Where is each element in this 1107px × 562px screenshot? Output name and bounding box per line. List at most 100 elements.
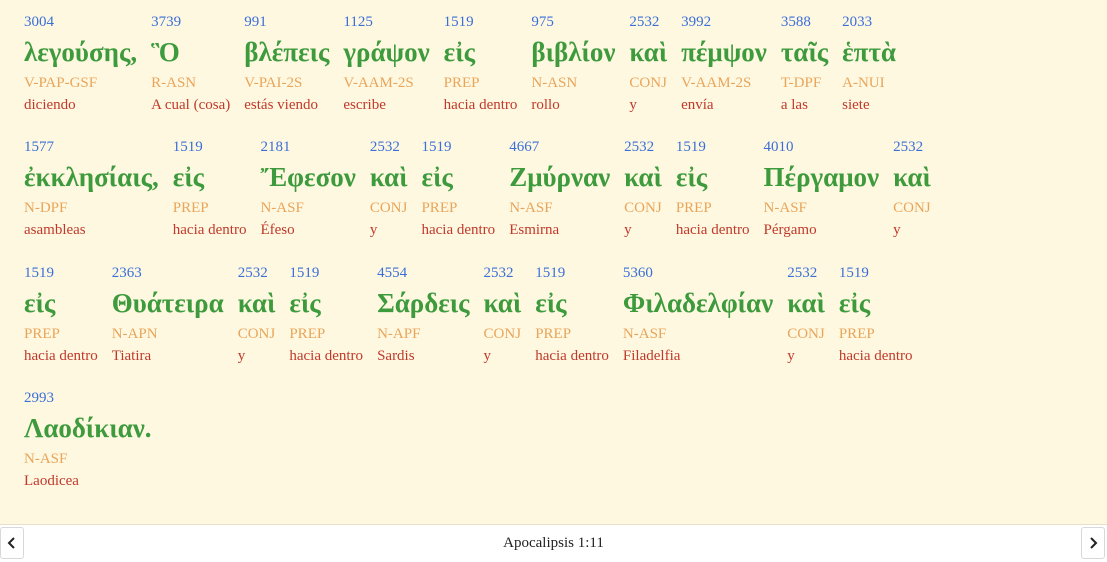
greek-word: Ζμύρναν bbox=[509, 162, 611, 192]
strong-number[interactable]: 2532 bbox=[370, 137, 408, 157]
word-block[interactable]: 1519 εἰς PREP hacia dentro bbox=[173, 137, 247, 241]
word-block[interactable]: 2532 καὶ CONJ y bbox=[238, 263, 276, 367]
strong-number[interactable]: 2033 bbox=[842, 12, 896, 32]
greek-word: ταῖς bbox=[780, 37, 829, 67]
word-block[interactable]: 2532 καὶ CONJ y bbox=[624, 137, 662, 241]
strong-number[interactable]: 5360 bbox=[623, 263, 773, 283]
strong-number[interactable]: 2993 bbox=[24, 388, 152, 408]
gloss-translation: y bbox=[787, 348, 795, 364]
word-block[interactable]: 3739 Ὃ R-ASN A cual (cosa) bbox=[151, 12, 230, 116]
word-block[interactable]: 3004 λεγούσης, V-PAP-GSF diciendo bbox=[24, 12, 137, 116]
strong-number[interactable]: 2532 bbox=[624, 137, 662, 157]
strong-number[interactable]: 3004 bbox=[24, 12, 137, 32]
greek-word: Σάρδεις bbox=[377, 288, 470, 318]
previous-verse-button[interactable] bbox=[0, 527, 24, 559]
word-block[interactable]: 2532 καὶ CONJ y bbox=[893, 137, 931, 241]
strong-number[interactable]: 1519 bbox=[289, 263, 363, 283]
word-block[interactable]: 1519 εἰς PREP hacia dentro bbox=[839, 263, 913, 367]
strong-number[interactable]: 4667 bbox=[509, 137, 610, 157]
strong-number[interactable]: 4554 bbox=[377, 263, 469, 283]
morphology-code: V-AAM-2S bbox=[343, 75, 414, 91]
strong-number[interactable]: 1519 bbox=[421, 137, 495, 157]
gloss-translation: a las bbox=[780, 97, 808, 113]
strong-number[interactable]: 2532 bbox=[787, 263, 825, 283]
morphology-code: V-PAI-2S bbox=[244, 75, 303, 91]
greek-word: Πέργαμον bbox=[763, 162, 880, 192]
word-block[interactable]: 1519 εἰς PREP hacia dentro bbox=[535, 263, 609, 367]
word-block[interactable]: 2181 Ἔφεσον N-ASF Éfeso bbox=[260, 137, 355, 241]
word-block[interactable]: 3992 πέμψον V-AAM-2S envía bbox=[681, 12, 767, 116]
word-block[interactable]: 975 βιβλίον N-ASN rollo bbox=[531, 12, 615, 116]
strong-number[interactable]: 2363 bbox=[112, 263, 224, 283]
word-block[interactable]: 4554 Σάρδεις N-APF Sardis bbox=[377, 263, 469, 367]
word-block[interactable]: 2532 καὶ CONJ y bbox=[370, 137, 408, 241]
greek-word: πέμψον bbox=[681, 37, 767, 67]
gloss-translation: Esmirna bbox=[509, 222, 560, 238]
next-verse-button[interactable] bbox=[1081, 527, 1105, 559]
word-block[interactable]: 1519 εἰς PREP hacia dentro bbox=[24, 263, 98, 367]
greek-word: καὶ bbox=[893, 162, 931, 192]
word-block[interactable]: 1519 εἰς PREP hacia dentro bbox=[444, 12, 518, 116]
morphology-code: V-AAM-2S bbox=[681, 75, 752, 91]
morphology-code: PREP bbox=[421, 200, 458, 216]
gloss-translation: diciendo bbox=[24, 97, 76, 113]
word-block[interactable]: 1577 ἐκκλησίαις, N-DPF asambleas bbox=[24, 137, 159, 241]
word-block[interactable]: 1519 εἰς PREP hacia dentro bbox=[421, 137, 495, 241]
greek-word: ἐκκλησίαις, bbox=[24, 162, 159, 192]
strong-number[interactable]: 1519 bbox=[444, 12, 518, 32]
strong-number[interactable]: 1519 bbox=[676, 137, 750, 157]
morphology-code: PREP bbox=[675, 200, 712, 216]
greek-word: καὶ bbox=[629, 37, 668, 67]
morphology-code: PREP bbox=[838, 326, 875, 342]
gloss-translation: Tiatira bbox=[111, 348, 152, 364]
strong-number[interactable]: 1125 bbox=[343, 12, 429, 32]
strong-number[interactable]: 3739 bbox=[151, 12, 230, 32]
gloss-translation: hacia dentro bbox=[838, 348, 913, 364]
gloss-translation: y bbox=[237, 348, 246, 364]
word-block[interactable]: 1519 εἰς PREP hacia dentro bbox=[289, 263, 363, 367]
strong-number[interactable]: 1519 bbox=[535, 263, 609, 283]
strong-number[interactable]: 3992 bbox=[681, 12, 767, 32]
verse-reference: Apocalipsis 1:11 bbox=[503, 535, 604, 551]
greek-word: εἰς bbox=[289, 288, 321, 318]
morphology-code: N-ASF bbox=[24, 451, 68, 467]
strong-number[interactable]: 1519 bbox=[173, 137, 247, 157]
gloss-translation: y bbox=[893, 222, 901, 238]
greek-word: ἑπτὰ bbox=[842, 37, 896, 67]
strong-number[interactable]: 991 bbox=[244, 12, 329, 32]
word-block[interactable]: 2363 Θυάτειρα N-APN Tiatira bbox=[112, 263, 224, 367]
word-block[interactable]: 4010 Πέργαμον N-ASF Pérgamo bbox=[764, 137, 880, 241]
word-block[interactable]: 5360 Φιλαδελφίαν N-ASF Filadelfia bbox=[623, 263, 773, 367]
greek-word: εἰς bbox=[24, 288, 56, 318]
strong-number[interactable]: 975 bbox=[531, 12, 615, 32]
strong-number[interactable]: 4010 bbox=[764, 137, 880, 157]
word-block[interactable]: 1519 εἰς PREP hacia dentro bbox=[676, 137, 750, 241]
greek-word: Ἔφεσον bbox=[260, 162, 356, 192]
strong-number[interactable]: 1519 bbox=[839, 263, 913, 283]
greek-word: καὶ bbox=[624, 162, 662, 192]
strong-number[interactable]: 3588 bbox=[781, 12, 828, 32]
strong-number[interactable]: 2532 bbox=[893, 137, 931, 157]
word-block[interactable]: 1125 γράψον V-AAM-2S escribe bbox=[343, 12, 429, 116]
strong-number[interactable]: 1577 bbox=[24, 137, 159, 157]
word-block[interactable]: 3588 ταῖς T-DPF a las bbox=[781, 12, 828, 116]
gloss-translation: y bbox=[629, 97, 637, 113]
word-block[interactable]: 2993 Λαοδίκιαν. N-ASF Laodicea bbox=[24, 388, 152, 492]
word-block[interactable]: 2532 καὶ CONJ y bbox=[484, 263, 522, 367]
word-block[interactable]: 2532 καὶ CONJ y bbox=[787, 263, 825, 367]
morphology-code: CONJ bbox=[237, 326, 276, 342]
morphology-code: CONJ bbox=[624, 200, 662, 216]
gloss-translation: Pérgamo bbox=[763, 222, 817, 238]
strong-number[interactable]: 2532 bbox=[484, 263, 522, 283]
strong-number[interactable]: 2532 bbox=[238, 263, 276, 283]
word-block[interactable]: 2033 ἑπτὰ A-NUI siete bbox=[842, 12, 896, 116]
strong-number[interactable]: 1519 bbox=[24, 263, 98, 283]
morphology-code: N-APN bbox=[111, 326, 158, 342]
word-block[interactable]: 2532 καὶ CONJ y bbox=[629, 12, 667, 116]
word-block[interactable]: 4667 Ζμύρναν N-ASF Esmirna bbox=[509, 137, 610, 241]
word-block[interactable]: 991 βλέπεις V-PAI-2S estás viendo bbox=[244, 12, 329, 116]
gloss-translation: asambleas bbox=[24, 222, 86, 238]
morphology-code: A-NUI bbox=[842, 75, 885, 91]
strong-number[interactable]: 2181 bbox=[260, 137, 355, 157]
strong-number[interactable]: 2532 bbox=[629, 12, 667, 32]
